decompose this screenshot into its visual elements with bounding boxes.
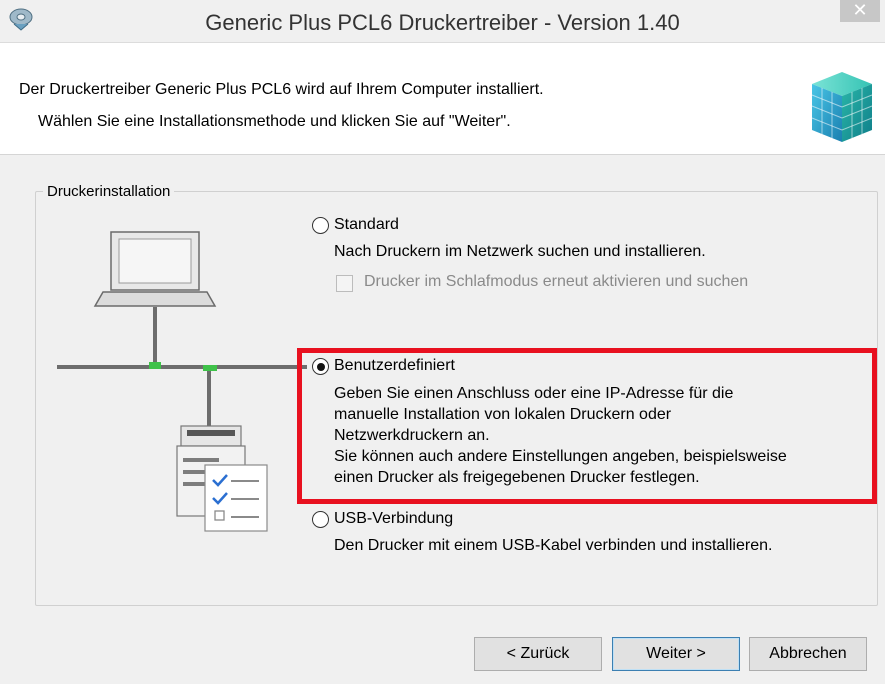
sleep-mode-checkbox[interactable] — [336, 275, 353, 292]
close-button[interactable]: ✕ — [840, 0, 880, 22]
network-illustration — [57, 231, 307, 532]
window-title: Generic Plus PCL6 Druckertreiber - Versi… — [205, 10, 680, 35]
blocks-cube-icon — [811, 72, 873, 142]
back-button[interactable]: < Zurück — [474, 637, 602, 671]
header-text-line1: Der Druckertreiber Generic Plus PCL6 wir… — [19, 81, 544, 98]
laptop-icon — [93, 231, 217, 307]
option-custom-description-line5: einen Drucker als freigegebenen Drucker … — [334, 469, 700, 486]
header-area: Der Druckertreiber Generic Plus PCL6 wir… — [0, 42, 885, 155]
next-button[interactable]: Weiter > — [612, 637, 740, 671]
option-usb-label[interactable]: USB-Verbindung — [334, 510, 453, 528]
radio-usb[interactable] — [312, 511, 329, 528]
option-custom-description-line1: Geben Sie einen Anschluss oder eine IP-A… — [334, 385, 734, 402]
main-panel: Druckerinstallation Standard Nach Drucke… — [0, 155, 885, 684]
option-custom-description-line2: manuelle Installation von lokalen Drucke… — [334, 406, 672, 423]
option-standard-label[interactable]: Standard — [334, 216, 399, 234]
option-custom-description-line3: Netzwerkdruckern an. — [334, 427, 490, 444]
sleep-mode-checkbox-label[interactable]: Drucker im Schlafmodus erneut aktivieren… — [364, 273, 748, 291]
option-standard-description: Nach Druckern im Netzwerk suchen und ins… — [334, 243, 706, 260]
option-usb-description: Den Drucker mit einem USB-Kabel verbinde… — [334, 537, 773, 554]
cancel-button[interactable]: Abbrechen — [749, 637, 867, 671]
checklist-icon — [204, 464, 268, 532]
title-bar: Generic Plus PCL6 Druckertreiber - Versi… — [0, 0, 885, 42]
group-title: Druckerinstallation — [43, 183, 175, 200]
option-custom-description-line4: Sie können auch andere Einstellungen ang… — [334, 448, 787, 465]
radio-standard[interactable] — [312, 217, 329, 234]
header-text-line2: Wählen Sie eine Installationsmethode und… — [38, 113, 511, 130]
option-custom-label[interactable]: Benutzerdefiniert — [334, 357, 455, 375]
radio-custom[interactable] — [312, 358, 329, 375]
